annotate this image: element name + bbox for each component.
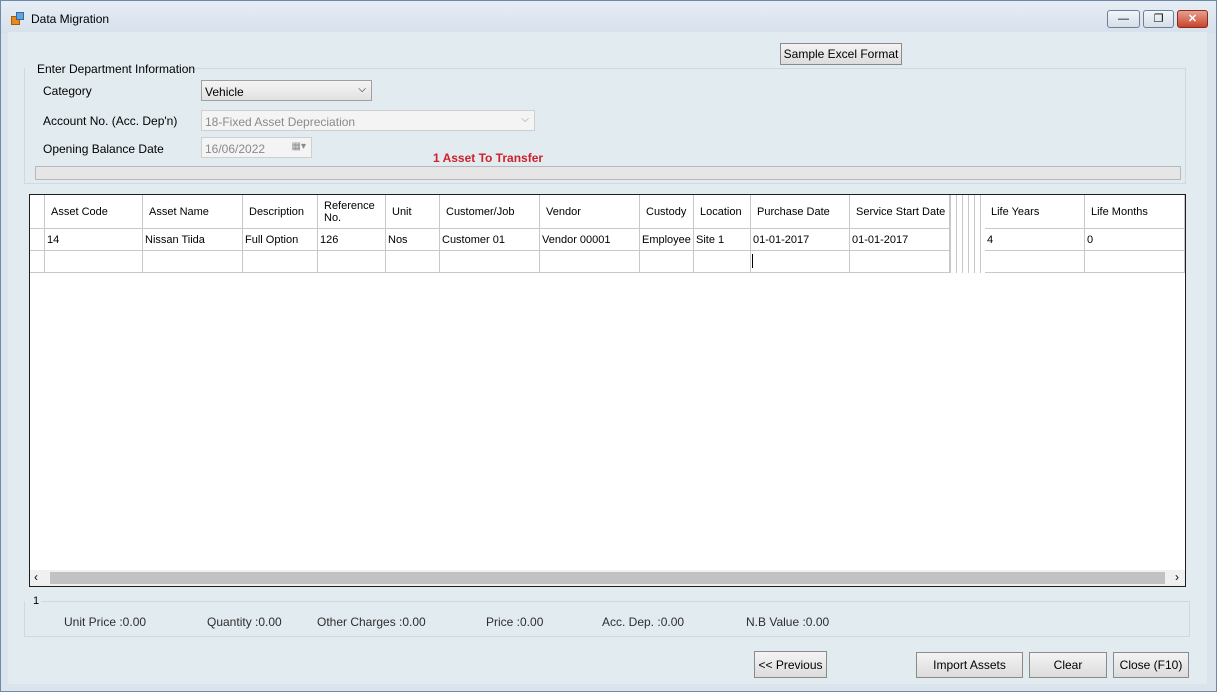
- grid-cell[interactable]: Full Option: [243, 229, 318, 251]
- unit-price-text: Unit Price :0.00: [64, 615, 147, 629]
- grid-cell[interactable]: Site 1: [694, 229, 751, 251]
- grid-cell-empty[interactable]: [386, 251, 440, 273]
- grid-cell-empty[interactable]: [440, 251, 540, 273]
- grid-cell-empty[interactable]: [751, 251, 850, 273]
- grid-cell-empty[interactable]: [694, 251, 751, 273]
- grid-cell[interactable]: 01-01-2017: [751, 229, 850, 251]
- close-icon: ✕: [1187, 13, 1198, 25]
- category-value: Vehicle: [205, 85, 244, 99]
- grid-cell-empty[interactable]: [243, 251, 318, 273]
- category-label: Category: [43, 84, 92, 98]
- opening-balance-label: Opening Balance Date: [43, 142, 164, 156]
- scroll-right-icon[interactable]: ›: [1175, 570, 1179, 584]
- grid-cell[interactable]: Vendor 00001: [540, 229, 640, 251]
- grid-cell-empty[interactable]: [45, 251, 143, 273]
- price-text: Price :0.00: [486, 615, 544, 629]
- column-header[interactable]: Custody: [640, 195, 694, 229]
- column-header[interactable]: Vendor: [540, 195, 640, 229]
- minimize-icon: —: [1118, 13, 1129, 25]
- column-header[interactable]: Purchase Date: [751, 195, 850, 229]
- hidden-column-divider: [968, 195, 969, 273]
- close-window-button[interactable]: ✕: [1177, 10, 1208, 28]
- app-icon: [11, 12, 24, 25]
- hidden-column-divider: [974, 195, 975, 273]
- grid-cell-empty[interactable]: [318, 251, 386, 273]
- grid-cell-empty[interactable]: [540, 251, 640, 273]
- row-header-cell[interactable]: [30, 229, 45, 251]
- grid-cell-empty[interactable]: [640, 251, 694, 273]
- window-title: Data Migration: [31, 12, 110, 26]
- grid-cell[interactable]: Customer 01: [440, 229, 540, 251]
- scrollbar-thumb[interactable]: [50, 572, 1165, 584]
- column-header[interactable]: Reference No.: [318, 195, 386, 229]
- minimize-button[interactable]: —: [1107, 10, 1140, 28]
- transfer-status-text: 1 Asset To Transfer: [433, 151, 544, 165]
- grid-cell[interactable]: 14: [45, 229, 143, 251]
- grid-cell[interactable]: 4: [985, 229, 1085, 251]
- scroll-left-icon[interactable]: ‹: [34, 570, 38, 584]
- previous-button[interactable]: << Previous: [754, 651, 827, 678]
- calendar-icon: ▦▾: [291, 141, 306, 152]
- close-button[interactable]: Close (F10): [1113, 652, 1189, 678]
- grid-cell-empty[interactable]: [1085, 251, 1185, 273]
- column-header[interactable]: Customer/Job: [440, 195, 540, 229]
- assets-grid[interactable]: Asset Code Asset Name Description Reference…: [29, 194, 1186, 587]
- department-group-title: Enter Department Information: [37, 62, 196, 76]
- chevron-down-icon: ⌵: [521, 114, 529, 125]
- maximize-button[interactable]: ❐: [1143, 10, 1174, 28]
- row-header-cell[interactable]: [30, 251, 45, 273]
- other-charges-text: Other Charges :0.00: [317, 615, 426, 629]
- horizontal-scrollbar[interactable]: ‹ ›: [30, 570, 1185, 586]
- title-bar: Data Migration — ❐ ✕: [1, 1, 1216, 33]
- quantity-text: Quantity :0.00: [207, 615, 282, 629]
- grid-cell[interactable]: 0: [1085, 229, 1185, 251]
- column-header[interactable]: Life Years: [985, 195, 1085, 229]
- text-cursor: [752, 254, 753, 268]
- column-header[interactable]: Description: [243, 195, 318, 229]
- maximize-icon: ❐: [1153, 13, 1164, 25]
- category-select[interactable]: Vehicle ⌵: [201, 80, 372, 101]
- grid-cell[interactable]: Nissan Tiida: [143, 229, 243, 251]
- import-assets-button[interactable]: Import Assets: [916, 652, 1023, 678]
- account-value: 18-Fixed Asset Depreciation: [205, 115, 356, 129]
- account-select[interactable]: 18-Fixed Asset Depreciation ⌵: [201, 110, 535, 131]
- chevron-down-icon: ⌵: [358, 84, 366, 95]
- grid-cell[interactable]: Employee: [640, 229, 694, 251]
- grid-cell[interactable]: 126: [318, 229, 386, 251]
- column-header[interactable]: Unit: [386, 195, 440, 229]
- nb-value-text: N.B Value :0.00: [746, 615, 830, 629]
- column-header[interactable]: Asset Code: [45, 195, 143, 229]
- column-header[interactable]: Life Months: [1085, 195, 1185, 229]
- opening-balance-value: 16/06/2022: [205, 142, 266, 156]
- summary-group-number: 1: [33, 595, 40, 607]
- account-label: Account No. (Acc. Dep'n): [43, 114, 178, 128]
- sample-excel-format-button[interactable]: Sample Excel Format: [780, 43, 902, 65]
- column-header[interactable]: Service Start Date: [850, 195, 950, 229]
- grid-cell-empty[interactable]: [985, 251, 1085, 273]
- row-header-corner: [30, 195, 45, 229]
- column-header[interactable]: Location: [694, 195, 751, 229]
- opening-balance-datepicker[interactable]: 16/06/2022 ▦▾: [201, 137, 312, 158]
- hidden-column-divider: [950, 195, 951, 273]
- column-header[interactable]: Asset Name: [143, 195, 243, 229]
- grid-cell-empty[interactable]: [143, 251, 243, 273]
- clear-button[interactable]: Clear: [1029, 652, 1107, 678]
- grid-cell-empty[interactable]: [850, 251, 950, 273]
- progress-bar: [35, 166, 1181, 180]
- acc-dep-text: Acc. Dep. :0.00: [602, 615, 685, 629]
- grid-cell[interactable]: 01-01-2017: [850, 229, 950, 251]
- hidden-column-divider: [980, 195, 981, 273]
- hidden-column-divider: [956, 195, 957, 273]
- grid-cell[interactable]: Nos: [386, 229, 440, 251]
- hidden-column-divider: [962, 195, 963, 273]
